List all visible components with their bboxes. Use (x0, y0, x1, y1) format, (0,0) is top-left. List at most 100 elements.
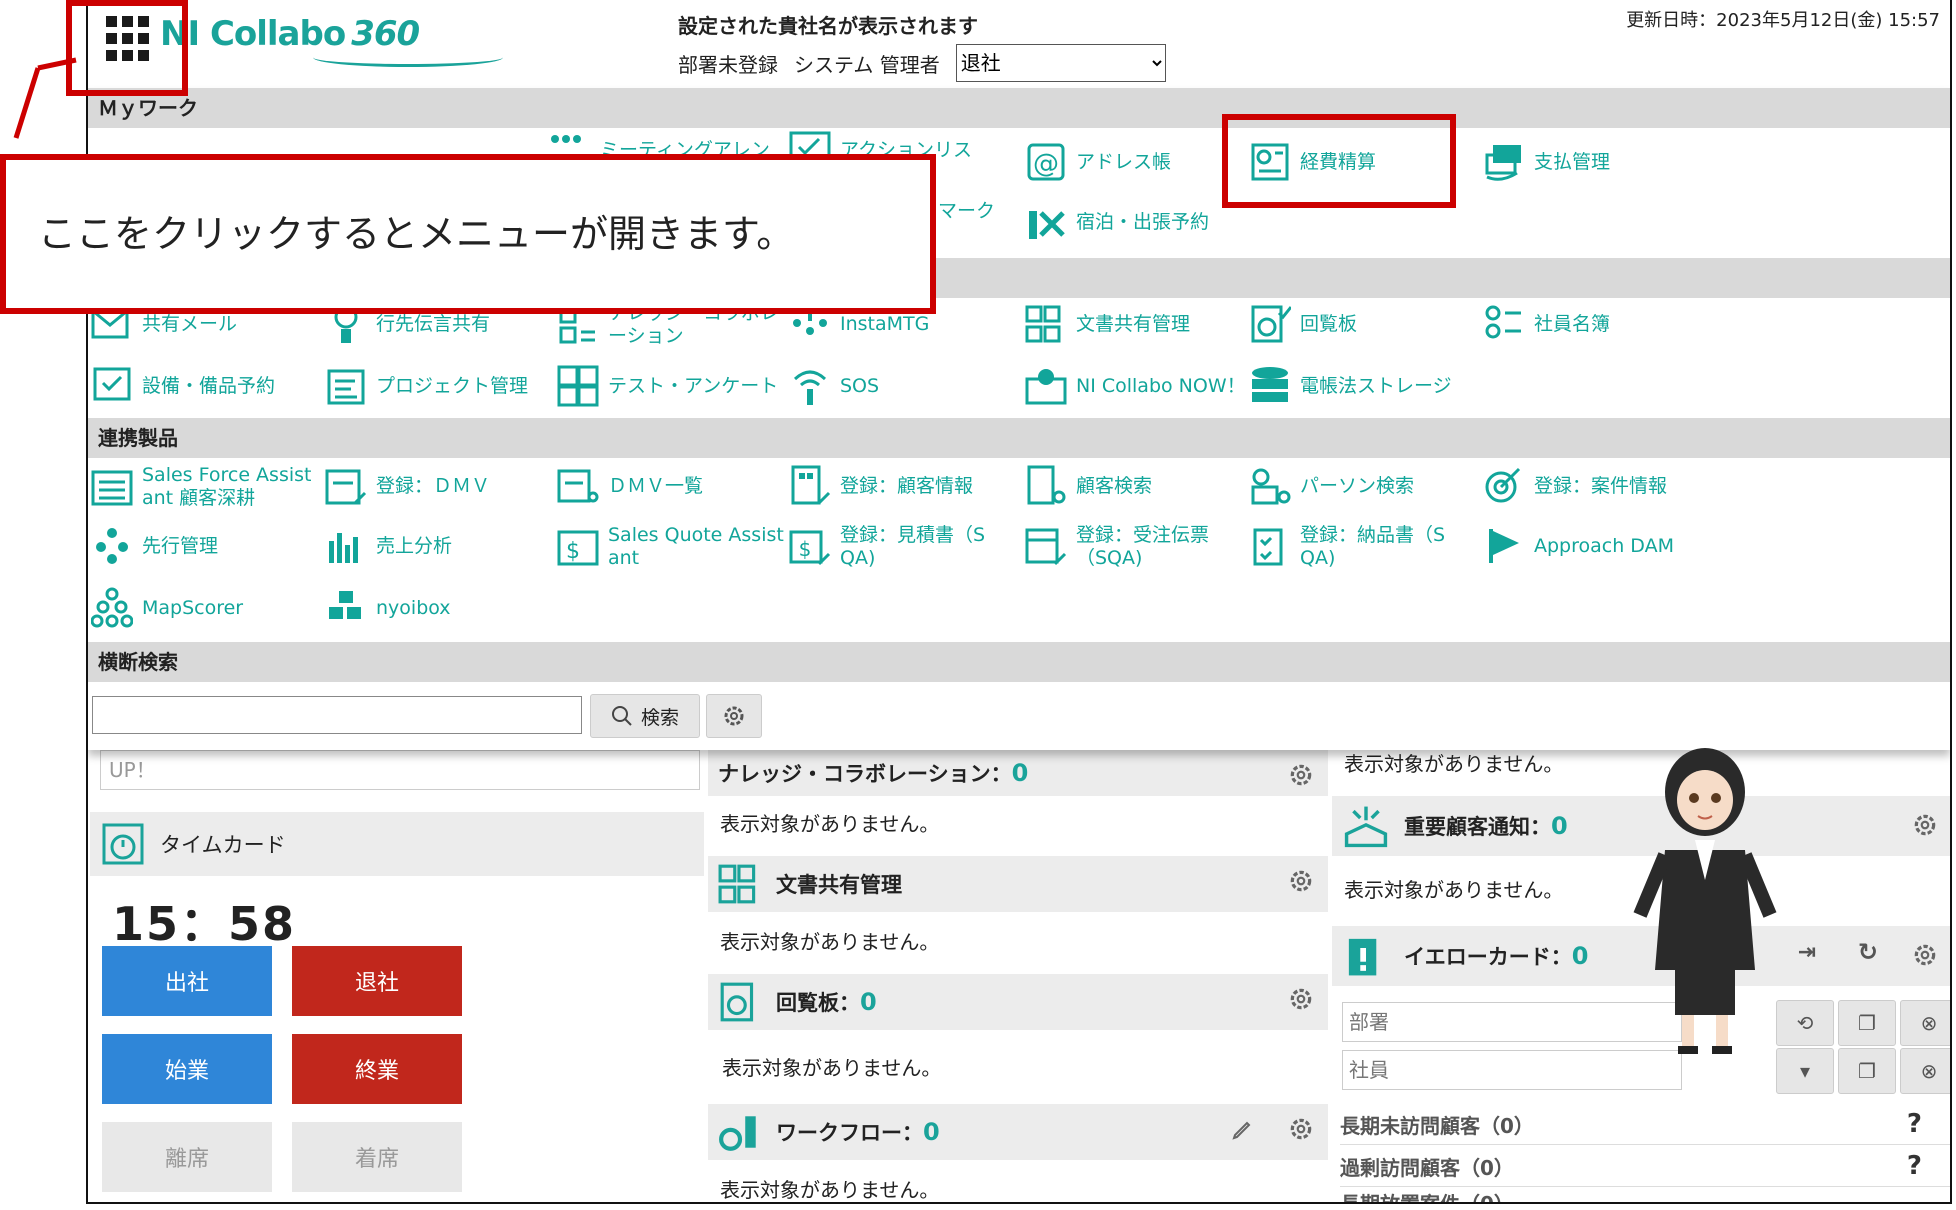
section-mywork-title: Ｍｙワーク (88, 88, 1950, 128)
close-circle-icon: ⊗ (1920, 1011, 1938, 1035)
employee-popup-button[interactable]: ❐ (1838, 1048, 1896, 1094)
timecard-title: タイムカード (160, 833, 286, 857)
menu-item-label: プロジェクト管理 (376, 374, 529, 397)
pipeline-icon (90, 524, 134, 568)
yellow-count: 0 (1571, 942, 1589, 970)
list-item[interactable]: 長期放置案件（0） (1340, 1188, 1950, 1204)
menu-item-mapscorer[interactable]: MapScorer (90, 586, 243, 630)
window-icon: ❐ (1858, 1059, 1876, 1083)
section-search-title: 横断検索 (88, 642, 1950, 682)
app-header: NI Collabo 360 設定された貴社名が表示されます 部署未登録 システム… (88, 0, 1950, 88)
gear-icon[interactable] (1912, 942, 1938, 968)
gear-icon[interactable] (1288, 986, 1314, 1012)
menu-item-order-register[interactable]: 登録：受注伝票 （SQA) (1024, 524, 1226, 570)
menu-item-storage[interactable]: 電帳法ストレージ (1248, 364, 1452, 408)
popup-button[interactable]: ❐ (1838, 1000, 1896, 1046)
svg-text:$: $ (566, 539, 580, 564)
menu-item-dmv-list[interactable]: ＤＭＶ一覧 (556, 464, 703, 508)
help-icon[interactable]: ? (1907, 1151, 1922, 1181)
menu-item-nicollabo-now[interactable]: NI Collabo NOW！ (1024, 364, 1246, 408)
gear-icon[interactable] (1288, 1116, 1314, 1142)
gear-icon[interactable] (1288, 868, 1314, 894)
menu-item-person-search[interactable]: パーソン検索 (1248, 464, 1414, 508)
gear-icon[interactable] (1288, 762, 1314, 788)
menu-item-label: 顧客検索 (1076, 474, 1153, 497)
user-line: 部署未登録 システム 管理者 退社 (678, 44, 1166, 82)
leave-seat-button[interactable]: 離席 (102, 1122, 272, 1192)
docs-portlet-header: 文書共有管理 (708, 856, 1328, 912)
list-item[interactable]: 長期未訪問顧客（0）? (1340, 1104, 1950, 1145)
menu-item-label: Approach DAM (1534, 534, 1674, 557)
company-name: 設定された貴社名が表示されます (678, 14, 978, 38)
menu-item-label: 行先伝言共有 (376, 312, 491, 335)
clock-in-button[interactable]: 出社 (102, 946, 272, 1016)
yellow-card-icon (1348, 938, 1377, 976)
end-work-button[interactable]: 終業 (292, 1034, 462, 1104)
menu-item-label: Sales Quote Assist ant (608, 524, 784, 569)
workflow-icon (719, 1116, 756, 1151)
bar-chart-icon (324, 524, 368, 568)
search-button[interactable]: 検索 (590, 694, 700, 738)
sos-icon (788, 364, 832, 408)
workflow-portlet-header: ワークフロー： 0 (708, 1104, 1328, 1160)
gear-icon[interactable] (1912, 812, 1938, 838)
menu-item-facility[interactable]: 設備・備品予約 (90, 364, 275, 408)
return-seat-button[interactable]: 着席 (292, 1122, 462, 1192)
top-right-empty: 表示対象がありません。 (1344, 752, 1564, 776)
menu-item-doc-share[interactable]: 文書共有管理 (1024, 302, 1190, 346)
menu-item-payment[interactable]: 支払管理 (1482, 140, 1610, 184)
clock-out-button[interactable]: 退社 (292, 946, 462, 1016)
dmv-list-icon (556, 464, 600, 508)
refresh-icon[interactable]: ↻ (1858, 938, 1878, 966)
menu-item-delivery-register[interactable]: 登録：納品書（S QA) (1248, 524, 1450, 570)
menu-item-test[interactable]: テスト・アンケート (556, 364, 778, 408)
menu-item-nyoibox[interactable]: nyoibox (324, 586, 451, 630)
knowledge-empty: 表示対象がありません。 (720, 812, 940, 836)
comment-textarea[interactable]: UP！ (100, 750, 700, 790)
menu-item-quote-register[interactable]: $ 登録：見積書（S QA) (788, 524, 990, 570)
search-settings-button[interactable] (706, 694, 762, 738)
project-icon (324, 364, 368, 408)
menu-item-customer-search[interactable]: 顧客検索 (1024, 464, 1152, 508)
menu-item-deal-register[interactable]: 登録：案件情報 (1482, 464, 1667, 508)
list-item-label: 過剰訪問顧客（0） (1340, 1155, 1514, 1180)
important-portlet-title: 重要顧客通知： (1404, 815, 1551, 839)
employee-clear-button[interactable]: ⊗ (1900, 1048, 1950, 1094)
circular-icon (1248, 302, 1292, 346)
pencil-icon[interactable] (1230, 1118, 1254, 1142)
list-item[interactable]: 過剰訪問顧客（0）? (1340, 1146, 1950, 1187)
menu-item-customer-register[interactable]: 登録：顧客情報 (788, 464, 973, 508)
menu-item-travel[interactable]: 宿泊・出張予約 (1024, 200, 1209, 244)
menu-item-sos[interactable]: SOS (788, 364, 879, 408)
menu-item-dmv-register[interactable]: 登録：ＤＭＶ (324, 464, 490, 508)
help-icon[interactable]: ? (1907, 1109, 1922, 1139)
menu-item-sqa[interactable]: $ Sales Quote Assist ant (556, 524, 788, 570)
sqa-icon: $ (556, 525, 600, 569)
menu-item-bookmark[interactable]: マーク (938, 200, 995, 223)
important-count: 0 (1551, 812, 1568, 840)
menu-item-employee-list[interactable]: 社員名簿 (1482, 302, 1610, 346)
menu-item-address-book[interactable]: @ アドレス帳 (1024, 140, 1171, 184)
list-item-label: 長期放置案件（0） (1340, 1192, 1514, 1204)
docs-portlet-title: 文書共有管理 (776, 873, 902, 897)
menu-item-sfa[interactable]: Sales Force Assist ant 顧客深耕 (90, 464, 322, 510)
facility-icon (90, 364, 134, 408)
menu-item-label: 支払管理 (1534, 150, 1611, 173)
circular-portlet-title: 回覧板： (776, 991, 860, 1015)
menu-item-label: 登録：受注伝票 （SQA) (1076, 524, 1210, 569)
target-icon (1482, 464, 1526, 508)
menu-item-circular[interactable]: 回覧板 (1248, 302, 1357, 346)
export-icon[interactable]: ⇥ (1798, 940, 1816, 965)
important-customer-icon (1344, 806, 1388, 848)
svg-text:$: $ (799, 537, 812, 561)
menu-item-project[interactable]: プロジェクト管理 (324, 364, 528, 408)
status-select[interactable]: 退社 (955, 44, 1166, 82)
cross-search-input[interactable] (92, 696, 582, 734)
menu-item-sales-analysis[interactable]: 売上分析 (324, 524, 452, 568)
menu-item-label: 設備・備品予約 (142, 374, 276, 397)
start-work-button[interactable]: 始業 (102, 1034, 272, 1104)
clear-button[interactable]: ⊗ (1900, 1000, 1950, 1046)
knowledge-count: 0 (1011, 759, 1029, 787)
menu-item-approach-dam[interactable]: Approach DAM (1482, 524, 1674, 568)
menu-item-pipeline[interactable]: 先行管理 (90, 524, 218, 568)
